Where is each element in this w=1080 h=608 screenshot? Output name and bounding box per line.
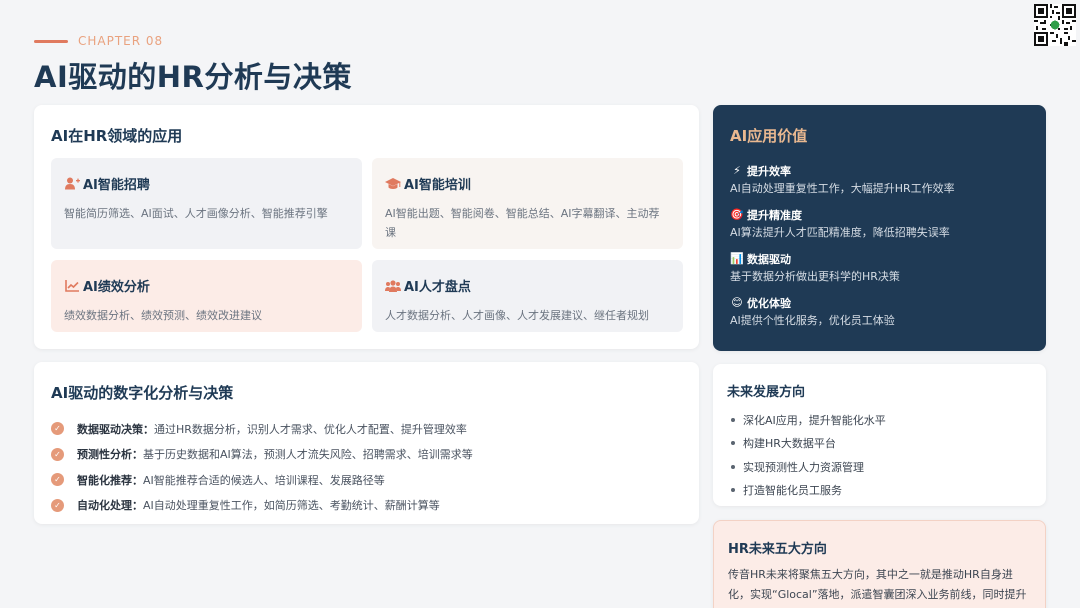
value-list: ⚡ 提升效率 AI自动处理重复性工作，大幅提升HR工作效率 🎯 提升精准度 AI…: [730, 162, 1029, 328]
bullet-icon: [731, 488, 735, 493]
item-label: 预测性分析：: [77, 448, 143, 462]
tile-description: 智能简历筛选、AI面试、人才画像分析、智能推荐引擎: [64, 207, 328, 220]
user-plus-icon: [64, 176, 80, 192]
check-circle-icon: ✓: [51, 422, 64, 436]
item-text: AI自动处理重复性工作，如简历筛选、考勤统计、薪酬计算等: [143, 499, 440, 513]
tile-description: AI智能出题、智能阅卷、智能总结、AI字幕翻译、主动荐课: [385, 207, 660, 239]
future-item-text: 实现预测性人力资源管理: [743, 460, 864, 474]
tile-title: AI智能招聘: [83, 178, 150, 193]
list-item: 深化AI应用，提升智能化水平: [727, 408, 1032, 432]
value-item-title: 优化体验: [747, 296, 791, 310]
smile-icon: 😊: [731, 296, 743, 309]
tile-ai-talent-review[interactable]: AI人才盘点 人才数据分析、人才画像、人才发展建议、继任者规划: [372, 260, 683, 332]
five-directions-title: HR未来五大方向: [728, 542, 827, 557]
list-item: 实现预测性人力资源管理: [727, 455, 1032, 479]
target-icon: 🎯: [730, 208, 744, 221]
check-circle-icon: ✓: [51, 473, 64, 487]
chapter-row: CHAPTER 08: [34, 34, 352, 48]
list-item: 😊 优化体验 AI提供个性化服务，优化员工体验: [730, 294, 1029, 328]
future-item-text: 深化AI应用，提升智能化水平: [743, 413, 886, 427]
check-circle-icon: ✓: [51, 447, 64, 461]
future-item-text: 打造智能化员工服务: [743, 484, 842, 498]
item-label: 数据驱动决策：: [77, 422, 154, 436]
value-item-title: 提升精准度: [747, 208, 802, 222]
page-title: AI驱动的HR分析与决策: [34, 60, 352, 94]
list-item: ⚡ 提升效率 AI自动处理重复性工作，大幅提升HR工作效率: [730, 162, 1029, 196]
future-list: 深化AI应用，提升智能化水平 构建HR大数据平台 实现预测性人力资源管理 打造智…: [727, 408, 1032, 502]
lightning-icon: ⚡: [733, 164, 741, 177]
digital-analysis-title: AI驱动的数字化分析与决策: [51, 384, 234, 402]
future-item-text: 构建HR大数据平台: [743, 437, 836, 451]
tile-description: 人才数据分析、人才画像、人才发展建议、继任者规划: [385, 309, 649, 322]
chapter-label: CHAPTER 08: [78, 34, 164, 48]
list-item: 构建HR大数据平台: [727, 432, 1032, 456]
applications-title: AI在HR领域的应用: [51, 127, 183, 145]
list-item: 🎯 提升精准度 AI算法提升人才匹配精准度，降低招聘失误率: [730, 206, 1029, 240]
future-direction-card: 未来发展方向 深化AI应用，提升智能化水平 构建HR大数据平台 实现预测性人力资…: [713, 364, 1046, 506]
value-item-desc: AI算法提升人才匹配精准度，降低招聘失误率: [730, 226, 950, 239]
tile-title: AI智能培训: [404, 178, 471, 193]
five-directions-desc: 传音HR未来将聚焦五大方向，其中之一就是推动HR自身进化，实现“Glocal”落…: [728, 568, 1027, 601]
value-title: AI应用价值: [730, 127, 808, 145]
check-circle-icon: ✓: [51, 498, 64, 512]
item-text: AI智能推荐合适的候选人、培训课程、发展路径等: [143, 473, 385, 487]
bar-chart-icon: 📊: [730, 252, 744, 265]
item-label: 自动化处理：: [77, 499, 143, 513]
qr-code-icon[interactable]: [1034, 4, 1076, 46]
graduation-cap-icon: [385, 176, 401, 192]
bullet-icon: [731, 464, 735, 469]
tile-ai-performance[interactable]: AI绩效分析 绩效数据分析、绩效预测、绩效改进建议: [51, 260, 362, 332]
page-header: CHAPTER 08 AI驱动的HR分析与决策: [34, 34, 352, 96]
value-item-title: 提升效率: [747, 164, 791, 178]
digital-analysis-list: ✓ 数据驱动决策： 通过HR数据分析，识别人才需求、优化人才配置、提升管理效率 …: [51, 416, 682, 518]
chapter-divider: [34, 39, 68, 43]
value-item-desc: AI提供个性化服务，优化员工体验: [730, 314, 895, 327]
ai-hr-applications-card: AI在HR领域的应用 AI智能招聘 智能简历筛选、AI面试、人才画像分析、智能推…: [34, 105, 699, 349]
line-chart-icon: [64, 278, 80, 294]
value-item-desc: 基于数据分析做出更科学的HR决策: [730, 270, 900, 283]
tile-ai-training[interactable]: AI智能培训 AI智能出题、智能阅卷、智能总结、AI字幕翻译、主动荐课: [372, 158, 683, 249]
list-item: ✓ 预测性分析： 基于历史数据和AI算法，预测人才流失风险、招聘需求、培训需求等: [51, 442, 682, 468]
item-text: 通过HR数据分析，识别人才需求、优化人才配置、提升管理效率: [154, 422, 467, 436]
item-text: 基于历史数据和AI算法，预测人才流失风险、招聘需求、培训需求等: [143, 448, 473, 462]
tile-title: AI绩效分析: [83, 280, 150, 295]
hr-five-directions-card: HR未来五大方向 传音HR未来将聚焦五大方向，其中之一就是推动HR自身进化，实现…: [713, 520, 1046, 608]
ai-value-card: AI应用价值 ⚡ 提升效率 AI自动处理重复性工作，大幅提升HR工作效率 🎯 提…: [713, 105, 1046, 351]
tile-ai-recruitment[interactable]: AI智能招聘 智能简历筛选、AI面试、人才画像分析、智能推荐引擎: [51, 158, 362, 249]
applications-grid: AI智能招聘 智能简历筛选、AI面试、人才画像分析、智能推荐引擎 AI智能培训 …: [51, 158, 684, 332]
list-item: 打造智能化员工服务: [727, 479, 1032, 503]
bullet-icon: [731, 441, 735, 446]
list-item: ✓ 自动化处理： AI自动处理重复性工作，如简历筛选、考勤统计、薪酬计算等: [51, 493, 682, 519]
list-item: ✓ 智能化推荐： AI智能推荐合适的候选人、培训课程、发展路径等: [51, 467, 682, 493]
digital-analysis-card: AI驱动的数字化分析与决策 ✓ 数据驱动决策： 通过HR数据分析，识别人才需求、…: [34, 362, 699, 524]
list-item: 📊 数据驱动 基于数据分析做出更科学的HR决策: [730, 250, 1029, 284]
list-item: ✓ 数据驱动决策： 通过HR数据分析，识别人才需求、优化人才配置、提升管理效率: [51, 416, 682, 442]
value-item-title: 数据驱动: [747, 252, 791, 266]
bullet-icon: [731, 417, 735, 422]
tile-description: 绩效数据分析、绩效预测、绩效改进建议: [64, 309, 262, 322]
item-label: 智能化推荐：: [77, 473, 143, 487]
future-title: 未来发展方向: [727, 385, 806, 400]
users-icon: [385, 278, 401, 294]
value-item-desc: AI自动处理重复性工作，大幅提升HR工作效率: [730, 182, 955, 195]
tile-title: AI人才盘点: [404, 280, 471, 295]
